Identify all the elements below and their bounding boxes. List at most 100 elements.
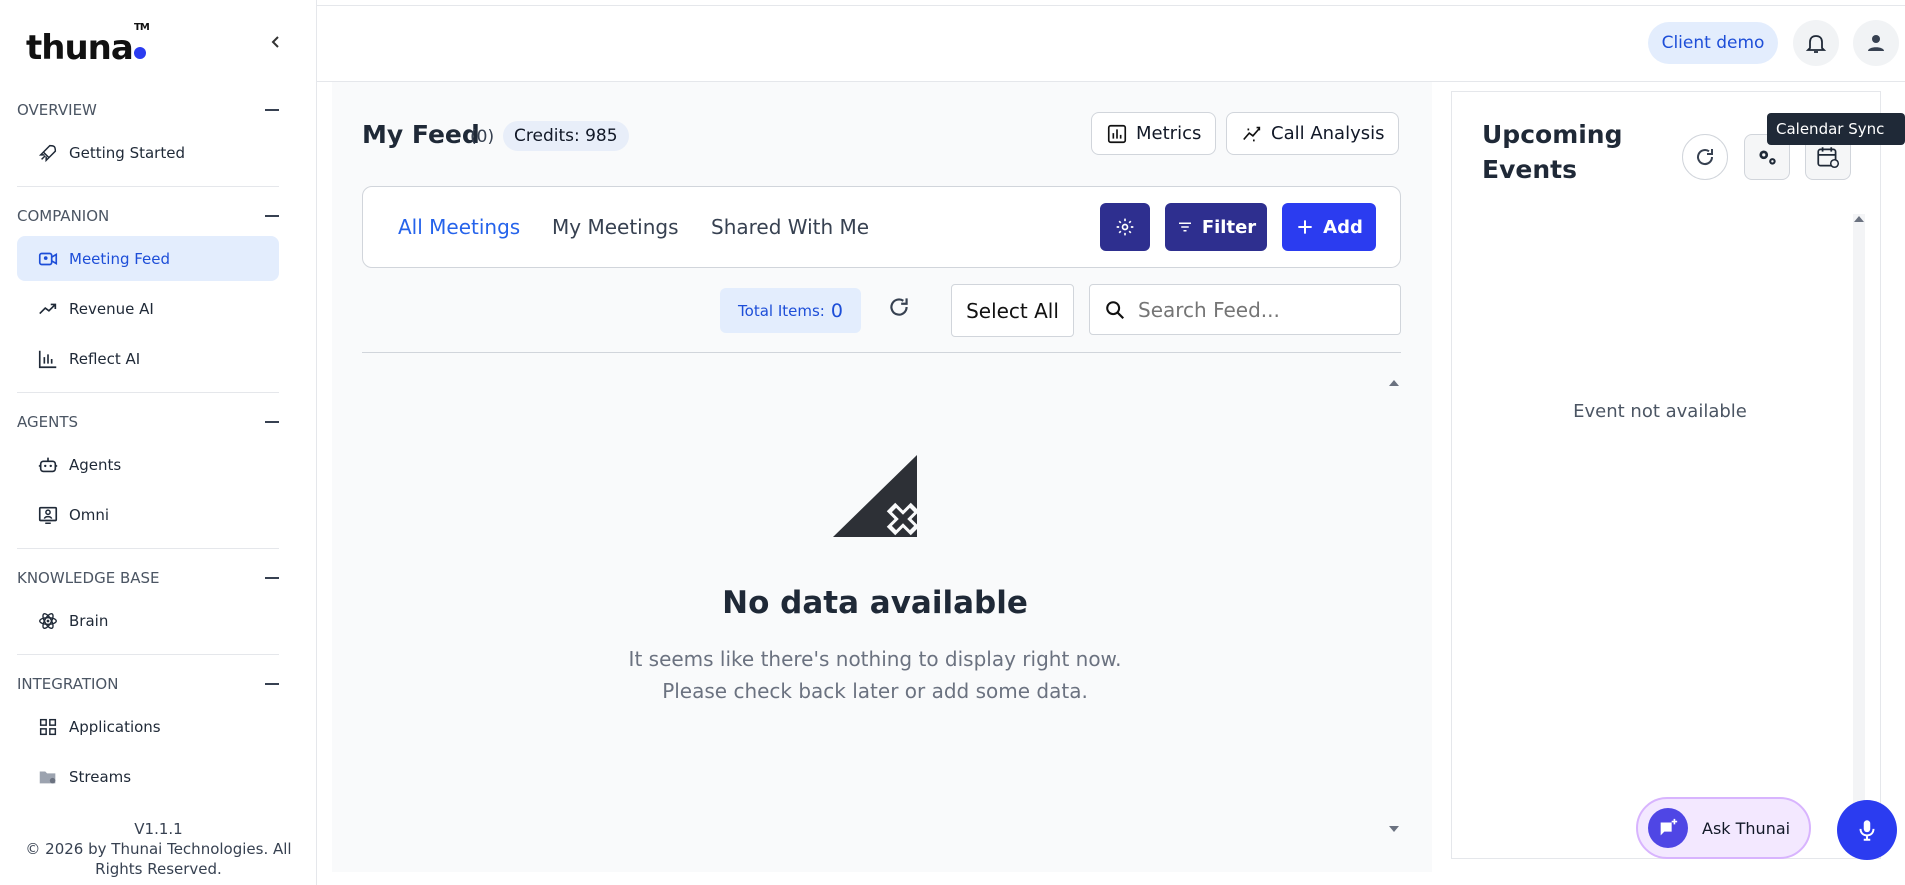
- sidebar-item-label: Agents: [69, 455, 122, 474]
- feed-scrollbar[interactable]: [1388, 378, 1400, 836]
- feed-count: (0): [470, 127, 495, 147]
- gears-icon: [1759, 150, 1776, 165]
- minus-icon[interactable]: [265, 577, 279, 579]
- scroll-down-arrow[interactable]: [1389, 826, 1399, 832]
- folder-gear-icon: [39, 771, 56, 783]
- analytics-icon: [1243, 126, 1261, 141]
- settings-button[interactable]: [1100, 203, 1150, 251]
- sidebar-item-label: Applications: [69, 717, 161, 736]
- metrics-button[interactable]: Metrics: [1091, 112, 1217, 155]
- section-overview[interactable]: OVERVIEW: [17, 100, 279, 120]
- metrics-label: Metrics: [1136, 123, 1202, 144]
- divider: [17, 392, 279, 393]
- sidebar-item-label: Revenue AI: [69, 299, 154, 318]
- feed-divider: [362, 352, 1401, 353]
- sidebar-item-label: Getting Started: [69, 143, 185, 162]
- page-title: My Feed: [362, 120, 480, 149]
- section-title: AGENTS: [17, 413, 79, 431]
- plus-icon: [1298, 220, 1312, 234]
- section-knowledge-base[interactable]: KNOWLEDGE BASE: [17, 568, 279, 588]
- video-icon: [38, 252, 58, 265]
- notification-button[interactable]: [1793, 20, 1839, 66]
- tab-all-meetings[interactable]: All Meetings: [398, 215, 520, 239]
- sidebar: thuna TM OVERVIEW Getting Started COMPAN…: [0, 0, 317, 885]
- ask-thunai-button[interactable]: Ask Thunai: [1636, 797, 1811, 859]
- profile-button[interactable]: [1853, 20, 1899, 66]
- events-refresh-button[interactable]: [1682, 134, 1728, 180]
- meeting-tabs-card: All Meetings My Meetings Shared With Me …: [362, 186, 1401, 268]
- sidebar-item-applications[interactable]: Applications: [17, 704, 279, 749]
- user-icon: [1868, 35, 1884, 51]
- divider: [17, 654, 279, 655]
- events-scrollbar[interactable]: [1853, 214, 1865, 814]
- minus-icon[interactable]: [265, 683, 279, 685]
- gear-icon: [1116, 218, 1134, 236]
- no-signal-icon: [833, 455, 917, 537]
- section-agents[interactable]: AGENTS: [17, 412, 279, 432]
- sidebar-item-meeting-feed[interactable]: Meeting Feed: [17, 236, 279, 281]
- atom-icon: [39, 612, 57, 629]
- events-title: Upcoming Events: [1482, 120, 1623, 184]
- chevron-left-icon[interactable]: [268, 34, 284, 50]
- sidebar-item-label: Streams: [69, 767, 132, 786]
- thunai-logo[interactable]: thuna TM: [26, 22, 150, 68]
- tab-shared-with-me[interactable]: Shared With Me: [711, 215, 869, 239]
- add-button[interactable]: Add: [1282, 203, 1376, 251]
- scroll-up-arrow[interactable]: [1854, 216, 1864, 222]
- sidebar-item-streams[interactable]: Streams: [17, 754, 279, 799]
- refresh-icon[interactable]: [886, 294, 912, 320]
- version-text: V1.1.1: [134, 820, 183, 838]
- select-all-button[interactable]: Select All: [951, 284, 1074, 337]
- refresh-icon: [1697, 149, 1714, 166]
- metrics-icon: [1107, 124, 1127, 143]
- version-footer: V1.1.1 © 2026 by Thunai Technologies. Al…: [0, 819, 317, 879]
- sidebar-item-revenue-ai[interactable]: Revenue AI: [17, 286, 279, 331]
- total-items-value: 0: [830, 299, 843, 322]
- section-title: KNOWLEDGE BASE: [17, 569, 160, 587]
- add-label: Add: [1323, 216, 1363, 238]
- bell-icon: [1805, 35, 1827, 53]
- copyright-text: © 2026 by Thunai Technologies. All Right…: [25, 840, 292, 878]
- minus-icon[interactable]: [265, 109, 279, 111]
- minus-icon[interactable]: [265, 421, 279, 423]
- filter-button[interactable]: Filter: [1165, 203, 1267, 251]
- empty-state-description: It seems like there's nothing to display…: [628, 647, 1122, 703]
- total-items-badge: Total Items: 0: [720, 288, 861, 333]
- sidebar-item-getting-started[interactable]: Getting Started: [17, 130, 279, 175]
- robot-icon: [38, 457, 58, 472]
- tab-my-meetings[interactable]: My Meetings: [552, 215, 679, 239]
- mic-button[interactable]: [1837, 800, 1897, 860]
- filter-label: Filter: [1201, 216, 1257, 238]
- minus-icon[interactable]: [265, 215, 279, 217]
- section-companion[interactable]: COMPANION: [17, 206, 279, 226]
- trademark: TM: [134, 22, 150, 33]
- person-screen-icon: [38, 506, 58, 524]
- call-analysis-label: Call Analysis: [1271, 123, 1385, 144]
- sidebar-item-label: Brain: [69, 611, 109, 630]
- microphone-icon: [1859, 820, 1875, 841]
- chat-icon: [1648, 808, 1688, 848]
- sidebar-item-reflect-ai[interactable]: Reflect AI: [17, 336, 279, 381]
- scroll-up-arrow[interactable]: [1389, 380, 1399, 386]
- sidebar-item-agents[interactable]: Agents: [17, 442, 279, 487]
- sidebar-item-label: Meeting Feed: [69, 249, 171, 268]
- sidebar-item-brain[interactable]: Brain: [17, 598, 279, 643]
- logo-text: thuna: [26, 28, 134, 68]
- events-empty-state: Event not available: [1573, 401, 1747, 422]
- search-box[interactable]: [1089, 284, 1401, 335]
- total-items-label: Total Items:: [738, 301, 825, 320]
- upcoming-events-panel: [1451, 91, 1881, 859]
- section-integration[interactable]: INTEGRATION: [17, 674, 279, 694]
- divider: [17, 548, 279, 549]
- divider: [17, 186, 279, 187]
- search-input[interactable]: [1138, 297, 1378, 322]
- sidebar-item-label: Omni: [69, 505, 110, 524]
- sidebar-item-omni[interactable]: Omni: [17, 492, 279, 537]
- call-analysis-button[interactable]: Call Analysis: [1226, 112, 1400, 155]
- filter-icon: [1178, 222, 1191, 232]
- client-selector[interactable]: Client demo: [1648, 22, 1778, 64]
- bar-chart-icon: [38, 350, 57, 368]
- credits-badge: Credits: 985: [503, 121, 629, 151]
- section-title: COMPANION: [17, 207, 110, 225]
- trend-icon: [39, 303, 57, 314]
